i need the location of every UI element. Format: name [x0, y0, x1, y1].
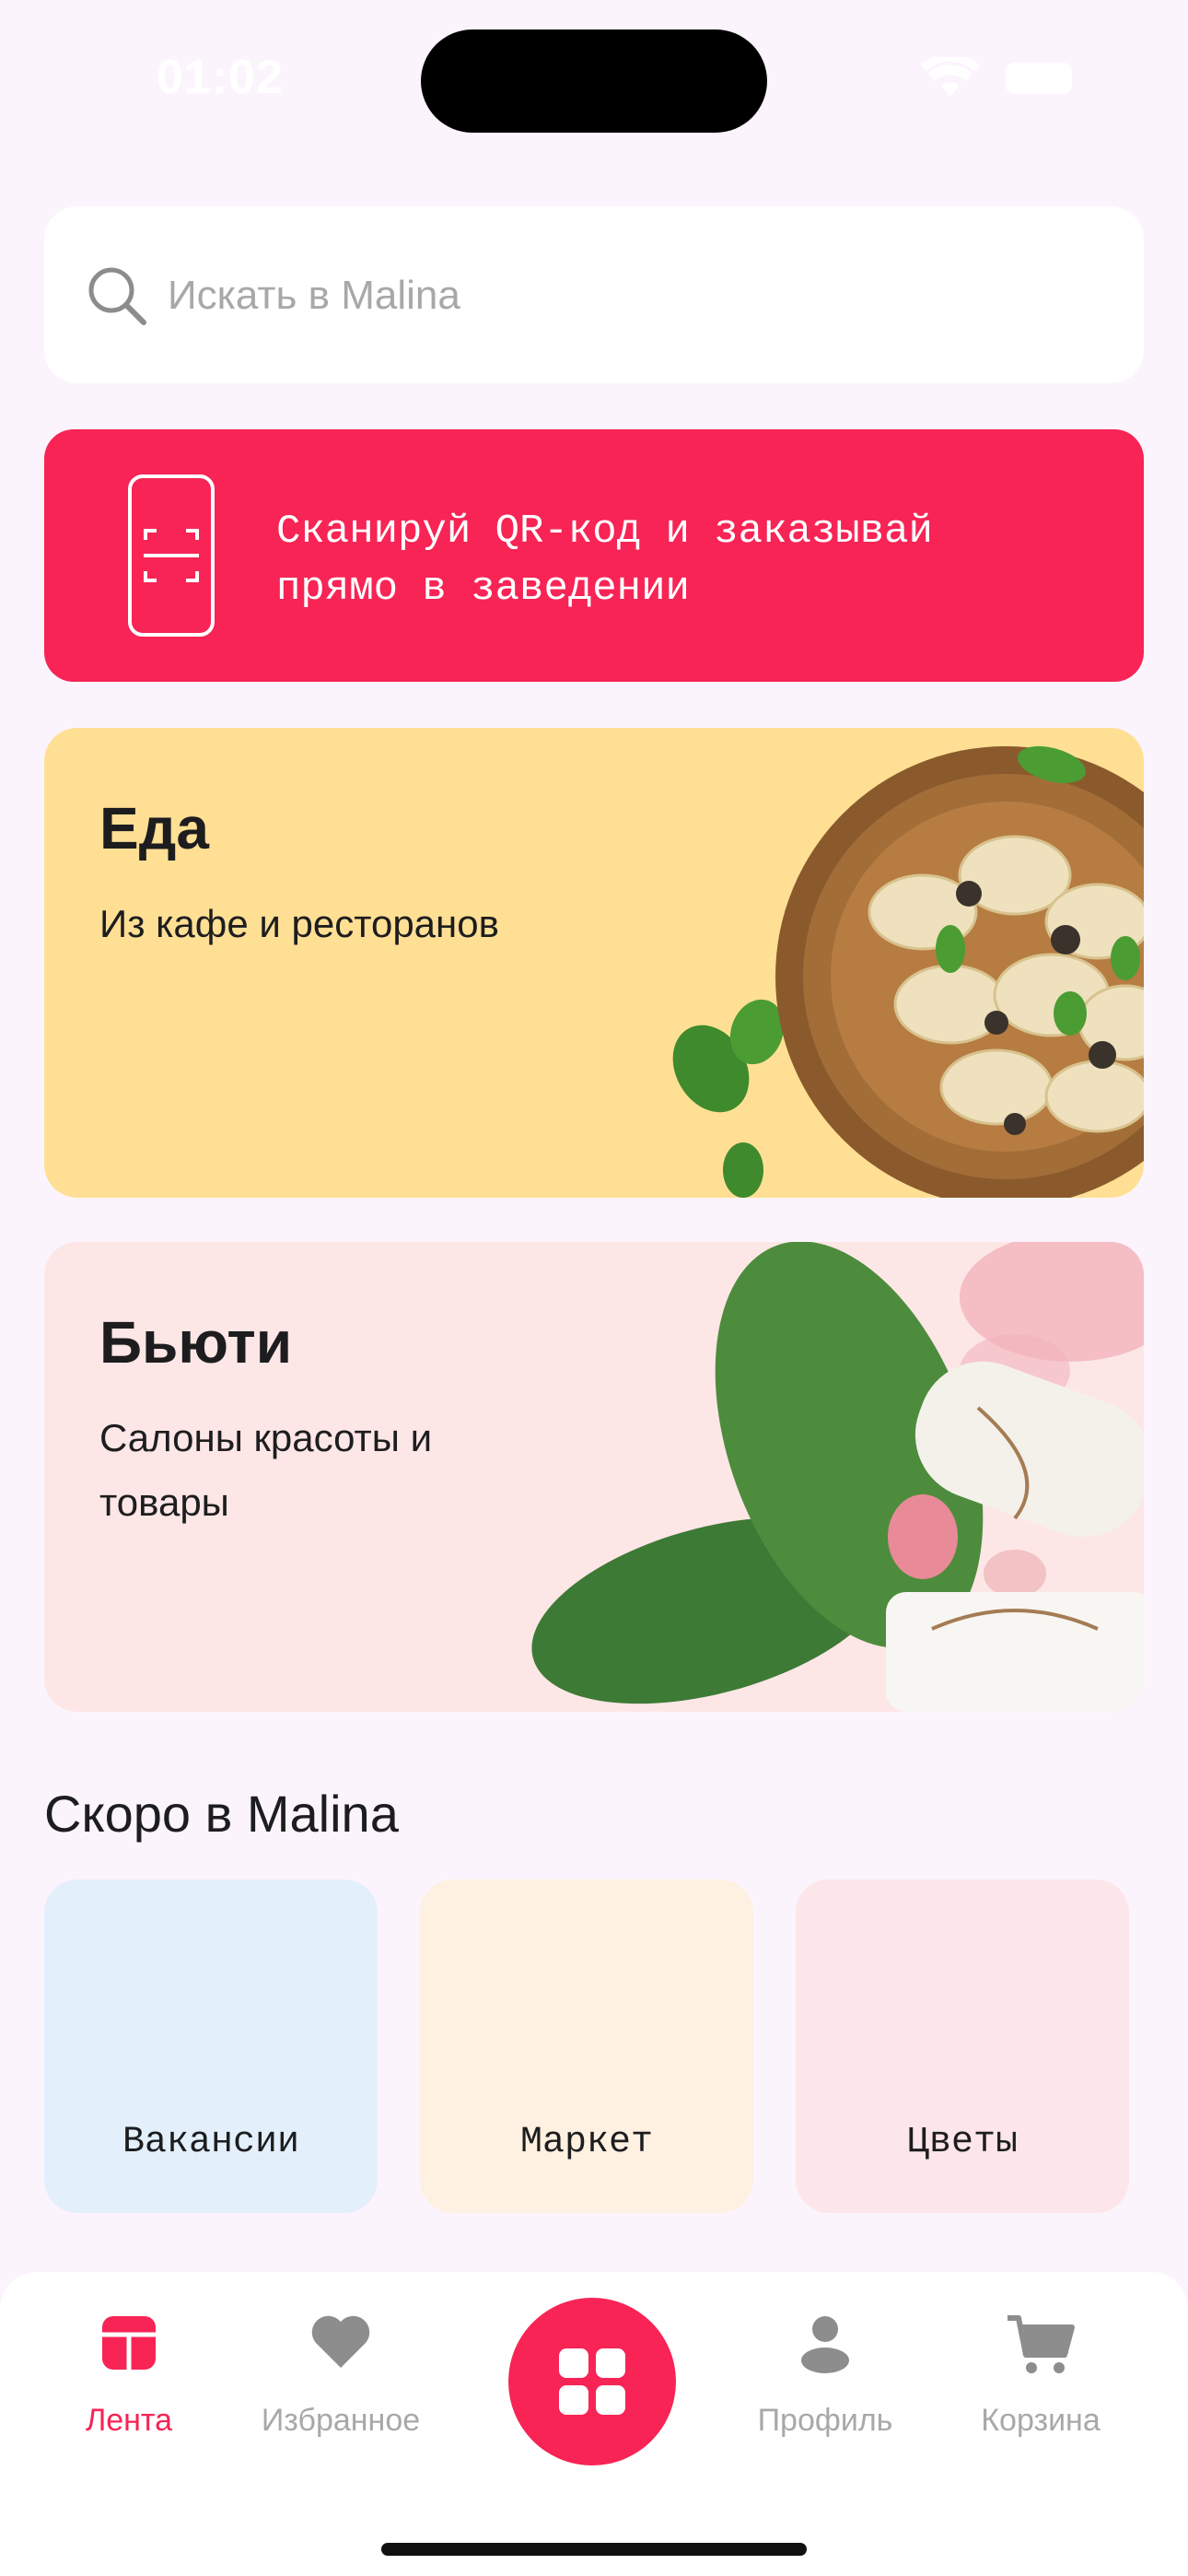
wifi-icon [921, 57, 980, 96]
soon-tile-label: Вакансии [122, 2122, 300, 2163]
tab-favorites[interactable]: Избранное [239, 2272, 442, 2475]
spa-products-image [531, 1242, 1144, 1712]
category-title: Бьюти [99, 1309, 293, 1376]
category-subtitle: Салоны красоты и товары [99, 1416, 433, 1524]
home-indicator [381, 2543, 807, 2556]
search-icon [88, 267, 146, 325]
qr-scan-banner[interactable]: Сканируй QR-код и заказывай прямо в заве… [44, 429, 1144, 682]
tab-bar: Лента Избранное Профиль Корзина [0, 2272, 1188, 2576]
soon-tile-flowers[interactable]: Цветы [796, 1879, 1129, 2213]
coming-soon-title: Скоро в Malina [44, 1785, 399, 1843]
tab-label: Корзина [981, 2403, 1101, 2438]
soon-tile-label: Маркет [519, 2122, 654, 2163]
qr-scan-icon [128, 474, 215, 637]
qr-banner-text: Сканируй QR-код и заказывай прямо в заве… [276, 509, 933, 612]
dumplings-image [672, 746, 1144, 1198]
soon-tile-vacancies[interactable]: Вакансии [44, 1879, 378, 2213]
category-card-beauty[interactable]: Бьюти Салоны красоты и товары [44, 1242, 1144, 1712]
tab-cart[interactable]: Корзина [939, 2272, 1142, 2475]
tab-label: Лента [85, 2403, 173, 2438]
catalog-button[interactable] [508, 2298, 676, 2465]
soon-tile-market[interactable]: Маркет [420, 1879, 753, 2213]
status-time: 01:02 [157, 51, 284, 104]
soon-tile-label: Цветы [906, 2122, 1019, 2163]
grid-icon [559, 2348, 625, 2415]
feed-icon [102, 2316, 156, 2370]
tab-label: Избранное [261, 2403, 421, 2438]
search-box[interactable] [44, 206, 1144, 383]
heart-icon [311, 2315, 370, 2368]
tab-profile[interactable]: Профиль [724, 2272, 926, 2475]
cart-icon [1007, 2315, 1075, 2373]
tab-label: Профиль [757, 2403, 893, 2438]
search-input[interactable] [166, 260, 1090, 332]
status-bar: 01:02 [0, 0, 1188, 147]
category-title: Еда [99, 795, 209, 861]
tab-feed[interactable]: Лента [28, 2272, 230, 2475]
dynamic-island [421, 29, 767, 133]
category-card-food[interactable]: Еда Из кафе и ресторанов [44, 728, 1144, 1198]
battery-icon [1006, 63, 1072, 94]
category-subtitle: Из кафе и ресторанов [99, 902, 499, 945]
profile-icon [801, 2316, 849, 2373]
